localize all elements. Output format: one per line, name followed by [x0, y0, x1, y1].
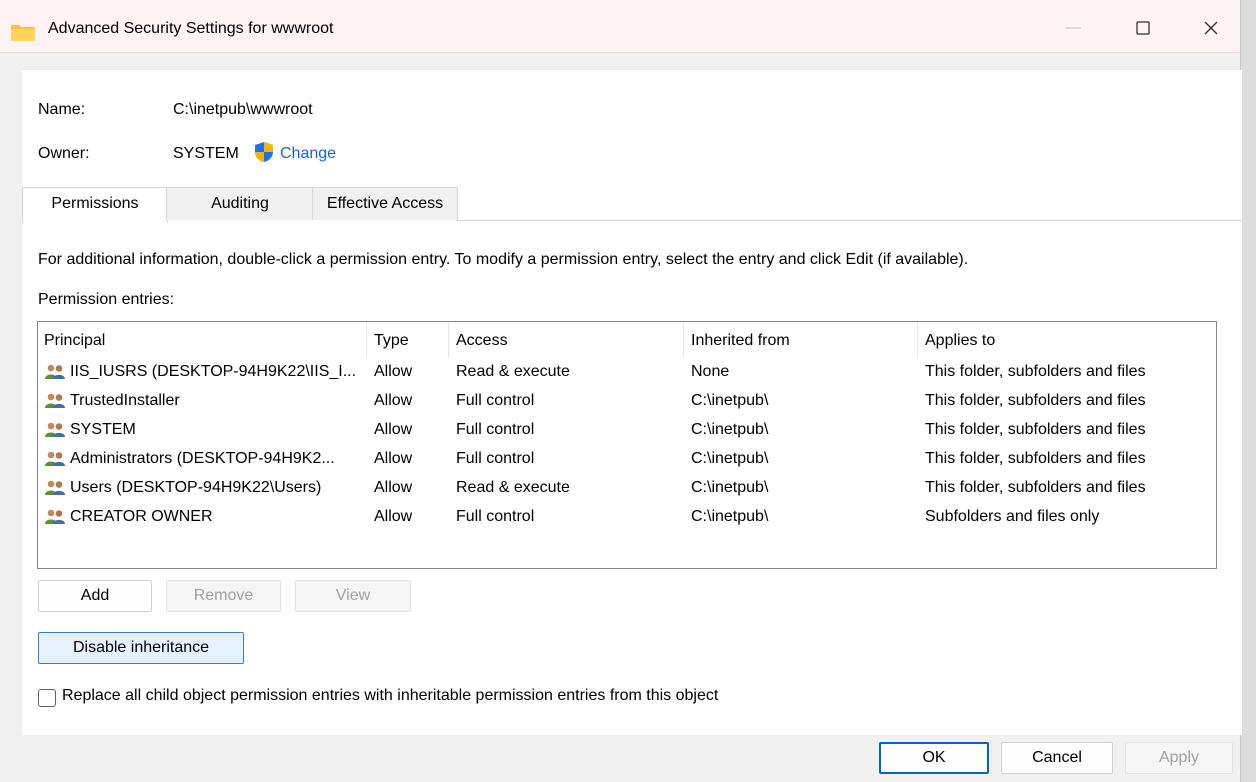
table-row[interactable]: Administrators (DESKTOP-94H9K2... Allow …: [38, 445, 1216, 474]
close-button[interactable]: [1188, 8, 1234, 48]
users-group-icon: [45, 364, 67, 385]
type-cell: Allow: [374, 479, 413, 496]
inherited-cell: C:\inetpub\: [691, 479, 769, 496]
type-cell: Allow: [374, 421, 413, 438]
window-title: Advanced Security Settings for wwwroot: [48, 20, 334, 37]
tab-divider: [456, 220, 1242, 221]
name-label: Name:: [38, 101, 86, 118]
column-applies-to[interactable]: Applies to: [925, 332, 995, 350]
folder-icon: [10, 22, 36, 47]
column-separator[interactable]: [917, 322, 918, 358]
inherited-cell: C:\inetpub\: [691, 421, 769, 438]
advanced-security-window: Advanced Security Settings for wwwroot —…: [0, 0, 1242, 782]
maximize-button[interactable]: [1120, 8, 1166, 48]
maximize-icon: [1136, 21, 1150, 35]
principal-cell: CREATOR OWNER: [70, 508, 213, 525]
view-button[interactable]: View: [295, 580, 411, 612]
change-owner-link[interactable]: Change: [280, 145, 336, 163]
ok-button[interactable]: OK: [879, 742, 989, 774]
applies-cell: This folder, subfolders and files: [925, 421, 1146, 438]
minimize-icon: —: [1065, 19, 1081, 36]
inherited-cell: C:\inetpub\: [691, 508, 769, 525]
uac-shield-icon: [252, 140, 276, 169]
principal-cell: SYSTEM: [70, 421, 136, 438]
table-row[interactable]: IIS_IUSRS (DESKTOP-94H9K22\IIS_I... Allo…: [38, 358, 1216, 387]
owner-label: Owner:: [38, 145, 90, 162]
table-row[interactable]: Users (DESKTOP-94H9K22\Users) Allow Read…: [38, 474, 1216, 503]
replace-child-permissions-label[interactable]: Replace all child object permission entr…: [62, 687, 718, 705]
applies-cell: This folder, subfolders and files: [925, 479, 1146, 496]
column-type[interactable]: Type: [374, 332, 409, 350]
inherited-cell: C:\inetpub\: [691, 450, 769, 467]
permission-entries-label: Permission entries:: [38, 291, 175, 308]
applies-cell: Subfolders and files only: [925, 508, 1100, 525]
access-cell: Full control: [456, 450, 535, 467]
replace-child-permissions-checkbox[interactable]: [38, 689, 56, 707]
principal-cell: TrustedInstaller: [70, 392, 180, 409]
tab-permissions[interactable]: Permissions: [22, 187, 168, 223]
tab-auditing[interactable]: Auditing: [166, 187, 314, 220]
type-cell: Allow: [374, 363, 413, 380]
cancel-button[interactable]: Cancel: [1001, 742, 1113, 774]
principal-cell: Users (DESKTOP-94H9K22\Users): [70, 479, 322, 496]
column-inherited-from[interactable]: Inherited from: [691, 332, 790, 350]
column-separator[interactable]: [366, 322, 367, 358]
principal-cell: Administrators (DESKTOP-94H9K2...: [70, 450, 335, 467]
instructions-text: For additional information, double-click…: [38, 251, 969, 268]
applies-cell: This folder, subfolders and files: [925, 450, 1146, 467]
title-bar[interactable]: Advanced Security Settings for wwwroot —: [0, 0, 1240, 53]
applies-cell: This folder, subfolders and files: [925, 392, 1146, 409]
column-principal[interactable]: Principal: [44, 332, 105, 350]
column-separator[interactable]: [683, 322, 684, 358]
type-cell: Allow: [374, 450, 413, 467]
permission-entries-list[interactable]: Principal Type Access Inherited from App…: [37, 321, 1217, 569]
add-button[interactable]: Add: [38, 580, 152, 612]
table-row[interactable]: CREATOR OWNER Allow Full control C:\inet…: [38, 503, 1216, 532]
list-header: Principal Type Access Inherited from App…: [38, 322, 1216, 358]
access-cell: Full control: [456, 421, 535, 438]
tab-effective-access[interactable]: Effective Access: [312, 187, 458, 220]
column-access[interactable]: Access: [456, 332, 508, 350]
disable-inheritance-button[interactable]: Disable inheritance: [38, 632, 244, 664]
access-cell: Read & execute: [456, 479, 570, 496]
type-cell: Allow: [374, 392, 413, 409]
close-icon: [1204, 21, 1218, 35]
users-group-icon: [45, 451, 67, 472]
users-group-icon: [45, 422, 67, 443]
users-group-icon: [45, 480, 67, 501]
inherited-cell: None: [691, 363, 730, 380]
table-row[interactable]: SYSTEM Allow Full control C:\inetpub\ Th…: [38, 416, 1216, 445]
users-group-icon: [45, 393, 67, 414]
owner-value: SYSTEM: [173, 145, 239, 162]
apply-button[interactable]: Apply: [1125, 742, 1233, 774]
remove-button[interactable]: Remove: [166, 580, 281, 612]
access-cell: Full control: [456, 508, 535, 525]
users-group-icon: [45, 509, 67, 530]
access-cell: Full control: [456, 392, 535, 409]
type-cell: Allow: [374, 508, 413, 525]
minimize-button[interactable]: —: [1050, 8, 1096, 48]
table-row[interactable]: TrustedInstaller Allow Full control C:\i…: [38, 387, 1216, 416]
column-separator[interactable]: [448, 322, 449, 358]
name-value: C:\inetpub\wwwroot: [173, 101, 313, 118]
access-cell: Read & execute: [456, 363, 570, 380]
inherited-cell: C:\inetpub\: [691, 392, 769, 409]
principal-cell: IIS_IUSRS (DESKTOP-94H9K22\IIS_I...: [70, 363, 357, 380]
applies-cell: This folder, subfolders and files: [925, 363, 1146, 380]
